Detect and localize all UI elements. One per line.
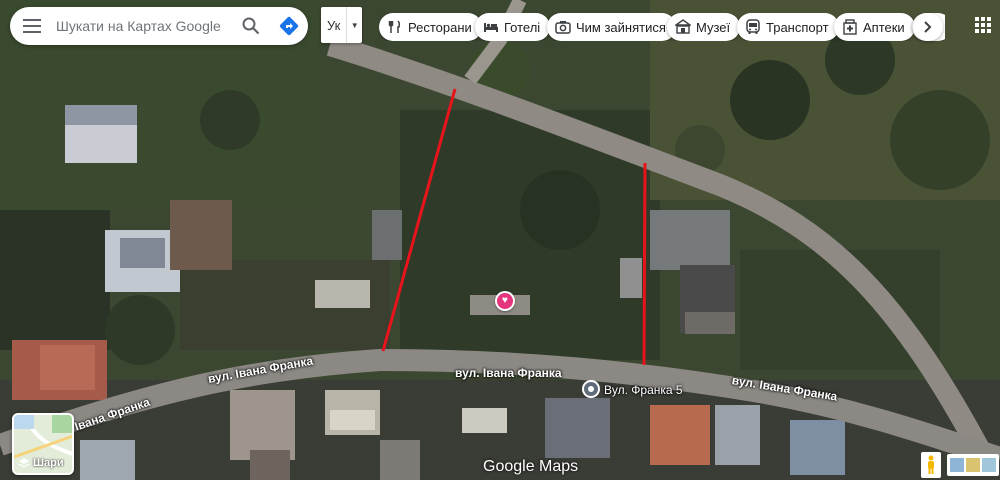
hotel-icon [483, 19, 499, 35]
chip-hotels[interactable]: Готелі [475, 13, 551, 41]
chip-label: Готелі [504, 19, 541, 35]
layers-button[interactable]: Шари [12, 413, 74, 475]
camera-icon [555, 19, 571, 35]
bus-icon [745, 19, 761, 35]
street-label: вул. Івана Франка [455, 366, 562, 380]
chip-label: Транспорт [766, 19, 829, 35]
search-box [10, 7, 308, 45]
search-input[interactable] [54, 17, 232, 35]
chip-label: Ресторани [408, 19, 472, 35]
imagery-thumbnails[interactable] [947, 454, 999, 476]
street-view-pegman[interactable] [921, 452, 941, 478]
imagery-thumb-icon [966, 458, 980, 472]
chips-next-button[interactable] [913, 13, 943, 41]
chip-transport[interactable]: Транспорт [737, 13, 839, 41]
language-select[interactable]: Ук ▼ [321, 7, 362, 43]
pharmacy-icon [842, 19, 858, 35]
museum-icon [675, 19, 691, 35]
place-pin[interactable] [582, 380, 600, 398]
caret-down-icon: ▼ [346, 7, 362, 43]
chevron-right-icon [924, 21, 932, 33]
category-chips: Ресторани Готелі Чим зайнятися Музеї Тра… [379, 13, 945, 41]
place-label[interactable]: Вул. Франка 5 [604, 383, 683, 397]
chip-museums[interactable]: Музеї [667, 13, 741, 41]
chip-restaurants[interactable]: Ресторани [379, 13, 482, 41]
search-icon [242, 17, 260, 35]
apps-grid-icon [975, 17, 991, 33]
pegman-icon [928, 455, 934, 474]
google-maps-logo: Google Maps [483, 458, 579, 475]
hamburger-icon [23, 19, 41, 33]
layers-icon [18, 458, 30, 468]
language-code: Ук [326, 17, 341, 33]
chip-things-to-do[interactable]: Чим зайнятися [547, 13, 676, 41]
layers-label: Шари [33, 457, 64, 469]
search-button[interactable] [232, 7, 270, 45]
imagery-thumb-icon [982, 458, 996, 472]
chip-pharmacies[interactable]: Аптеки [834, 13, 915, 41]
directions-icon [279, 16, 299, 36]
directions-button[interactable] [270, 7, 308, 45]
google-apps-button[interactable] [970, 12, 996, 38]
chip-label: Аптеки [863, 19, 905, 35]
menu-button[interactable] [10, 7, 54, 45]
heart-icon: ♥ [497, 293, 513, 309]
chip-label: Чим зайнятися [576, 19, 666, 35]
restaurant-icon [387, 19, 403, 35]
imagery-thumb-icon [950, 458, 964, 472]
favorite-place-pin[interactable]: ♥ [495, 291, 515, 311]
chip-label: Музеї [696, 19, 731, 35]
